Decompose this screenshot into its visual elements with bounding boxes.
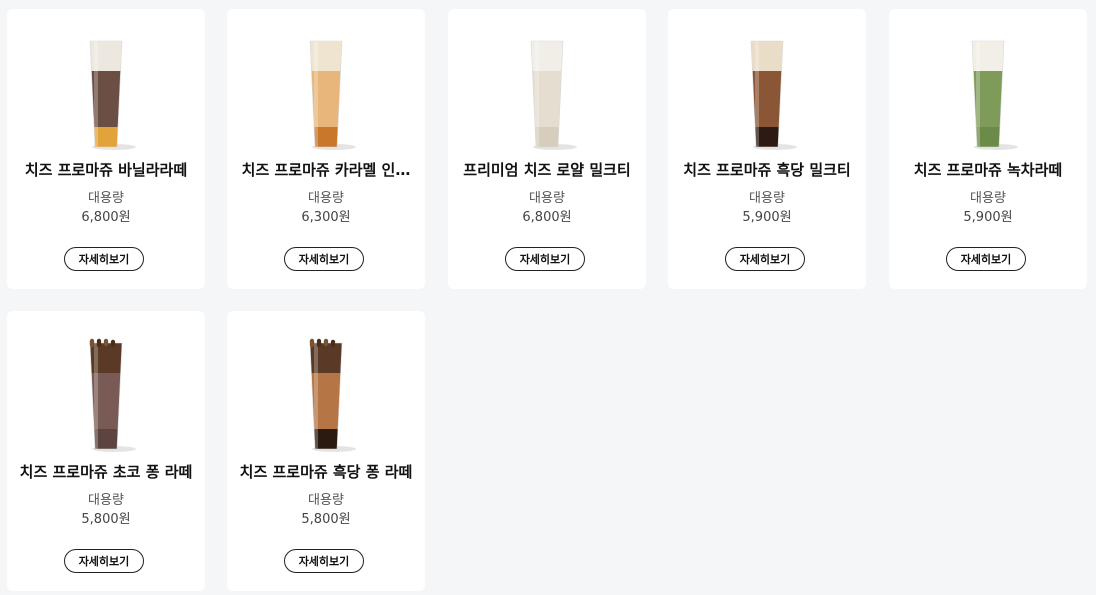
product-size: 대용량	[749, 191, 785, 206]
product-name: 치즈 프로마쥬 흑당 밀크티	[683, 161, 851, 179]
drink-cup-image	[750, 40, 797, 150]
product-name: 치즈 프로마쥬 바닐라라떼	[24, 161, 188, 179]
product-size: 대용량	[308, 493, 344, 508]
product-size: 대용량	[88, 191, 124, 206]
product-price: 5,900원	[963, 210, 1013, 225]
product-size: 대용량	[88, 493, 124, 508]
product-card[interactable]: 프리미엄 치즈 로얄 밀크티대용량 6,800원자세히보기	[448, 9, 646, 289]
product-image[interactable]	[889, 35, 1087, 153]
view-details-button[interactable]: 자세히보기	[284, 247, 364, 271]
view-details-button[interactable]: 자세히보기	[505, 247, 585, 271]
product-grid: 치즈 프로마쥬 바닐라라떼 대용량 6,800원 자세히보기 치즈 프로마쥬 카라멜 인…	[0, 0, 1096, 595]
drink-cup-image	[89, 338, 136, 452]
product-size: 대용량	[529, 191, 565, 206]
product-price: 5,900원	[742, 210, 792, 225]
drink-cup-image	[89, 40, 136, 150]
product-size: 대용량	[970, 191, 1006, 206]
product-name: 치즈 프로마쥬 흑당 퐁 라떼	[239, 463, 413, 481]
product-price: 6,800원	[522, 210, 572, 225]
product-card[interactable]: 치즈 프로마쥬 초코 퐁 라떼대용량 5,800원자세히보기	[7, 311, 205, 591]
product-price: 6,300원	[301, 210, 351, 225]
product-card[interactable]: 치즈 프로마쥬 흑당 밀크티대용량 5,900원자세히보기	[668, 9, 866, 289]
product-price: 6,800원	[81, 210, 131, 225]
product-name: 프리미엄 치즈 로얄 밀크티	[463, 161, 631, 179]
product-image[interactable]	[227, 35, 425, 153]
drink-cup-image	[530, 40, 577, 150]
product-name: 치즈 프로마쥬 초코 퐁 라떼	[19, 463, 193, 481]
view-details-button[interactable]: 자세히보기	[284, 549, 364, 573]
product-image[interactable]	[227, 337, 425, 455]
product-card[interactable]: 치즈 프로마쥬 녹차라떼대용량 5,900원자세히보기	[889, 9, 1087, 289]
product-image[interactable]	[7, 35, 205, 153]
product-size: 대용량	[308, 191, 344, 206]
product-price: 5,800원	[81, 512, 131, 527]
product-card[interactable]: 치즈 프로마쥬 카라멜 인… 대용량 6,300원자세히보기	[227, 9, 425, 289]
view-details-button[interactable]: 자세히보기	[64, 549, 144, 573]
product-price: 5,800원	[301, 512, 351, 527]
product-image[interactable]	[448, 35, 646, 153]
drink-cup-image	[309, 338, 356, 452]
view-details-button[interactable]: 자세히보기	[64, 247, 144, 271]
view-details-button[interactable]: 자세히보기	[725, 247, 805, 271]
drink-cup-image	[309, 40, 356, 150]
product-image[interactable]	[7, 337, 205, 455]
product-name: 치즈 프로마쥬 녹차라떼	[913, 161, 1063, 179]
product-card[interactable]: 치즈 프로마쥬 바닐라라떼대용량 6,800원자세히보기	[7, 9, 205, 289]
view-details-button[interactable]: 자세히보기	[946, 247, 1026, 271]
product-image[interactable]	[668, 35, 866, 153]
product-card[interactable]: 치즈 프로마쥬 흑당 퐁 라떼대용량 5,800원자세히보기	[227, 311, 425, 591]
drink-cup-image	[971, 40, 1018, 150]
product-name: 치즈 프로마쥬 카라멜 인…	[241, 161, 411, 179]
